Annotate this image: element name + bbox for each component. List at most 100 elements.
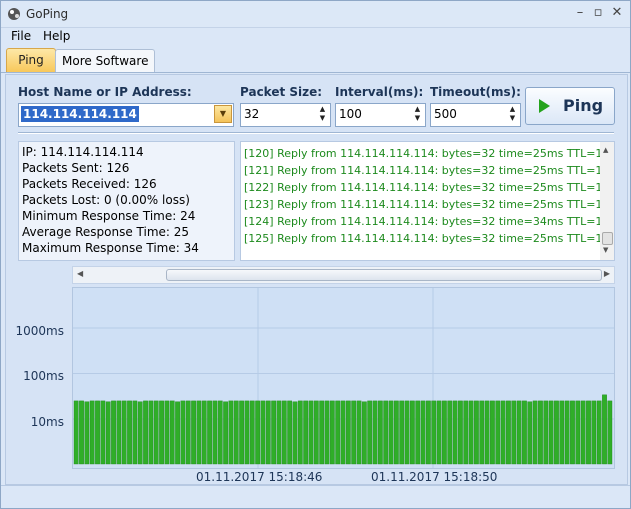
chart-bar [84,401,90,465]
chart-bar [410,400,415,465]
minimize-icon[interactable]: – [572,5,588,21]
chart-bar [148,400,154,465]
chart-scrollbar[interactable]: ◀ ▶ [72,266,615,284]
chart-bar [516,400,522,465]
chart-bar [500,400,506,465]
chart-bar [559,400,565,465]
chart-bar [527,401,533,465]
chart-bar [255,400,260,465]
chart-bar [474,400,479,465]
chart-bar [212,400,218,465]
chart-bar [297,400,303,465]
packet-size-label: Packet Size: [240,85,323,99]
chart-bar [244,400,250,465]
stats-panel: IP: 114.114.114.114 Packets Sent: 126 Pa… [18,141,235,261]
chart-bar [468,400,474,465]
chart-bar [143,400,148,465]
host-combobox[interactable]: 114.114.114.114 ▼ [18,103,234,127]
chart-bar [479,400,485,465]
interval-stepper[interactable]: 100 ▲ ▼ [335,103,426,127]
close-icon[interactable]: ✕ [609,5,625,21]
chart-bar [159,400,164,465]
packet-size-value[interactable]: 32 [244,107,259,121]
window-title: GoPing [26,7,69,21]
chart-bar [356,400,362,465]
chart-bar [548,400,554,465]
chart-bar [260,400,266,465]
scroll-thumb[interactable] [166,269,602,281]
chart-bar [506,400,511,465]
y-tick-label: 1000ms [15,324,64,338]
chart-bar [394,400,399,465]
chart-bar [591,400,597,465]
chart-bar [319,400,325,465]
spin-arrows-icon[interactable]: ▲ ▼ [507,105,518,125]
chart-bar [228,400,234,465]
chart-bar [372,400,378,465]
chart-bar [185,400,191,465]
chart-bar [127,400,132,465]
chart-bar [276,400,282,465]
chart-bar [175,401,180,465]
maximize-icon[interactable]: ▫ [590,5,606,21]
chart-bar [522,400,527,465]
host-input[interactable]: 114.114.114.114 [21,106,139,122]
chart-bar [132,400,138,465]
scroll-down-icon[interactable]: ▼ [603,246,608,254]
chart-bar [308,400,314,465]
log-scrollbar[interactable]: ▲ ▼ [600,142,614,260]
chart-bar [223,401,228,465]
spin-arrows-icon[interactable]: ▲ ▼ [317,105,328,125]
stat-packets-received: Packets Received: 126 [22,177,157,191]
stat-min-response: Minimum Response Time: 24 [22,209,196,223]
chart-bar [335,400,341,465]
chart-bar [265,400,271,465]
timeout-value[interactable]: 500 [434,107,457,121]
menu-help[interactable]: Help [43,29,70,43]
spin-arrows-icon[interactable]: ▲ ▼ [412,105,423,125]
chart-bar [490,400,495,465]
chart-bar [95,400,100,465]
stat-packets-lost: Packets Lost: 0 (0.00% loss) [22,193,190,207]
chart-bar [596,400,602,465]
log-line: [121] Reply from 114.114.114.114: bytes=… [244,164,615,177]
menu-bar: File Help [1,28,630,46]
tab-ping[interactable]: Ping [6,48,56,72]
chart-bar [436,400,442,465]
chart-bar [351,400,357,465]
chart-bar [100,400,106,465]
app-logo-icon [8,8,20,20]
chart-bar [564,400,570,465]
chevron-down-icon[interactable]: ▼ [214,105,232,123]
log-line: [125] Reply from 114.114.114.114: bytes=… [244,232,615,245]
scroll-right-icon[interactable]: ▶ [604,269,610,278]
chart-bar [447,400,453,465]
reply-log[interactable]: [120] Reply from 114.114.114.114: bytes=… [240,141,615,261]
chart-bar [217,400,223,465]
stat-ip: IP: 114.114.114.114 [22,145,144,159]
ping-button[interactable]: Ping [525,87,615,125]
chart-bar [458,400,463,465]
timeout-stepper[interactable]: 500 ▲ ▼ [430,103,521,127]
scroll-left-icon[interactable]: ◀ [77,269,83,278]
title-bar[interactable]: GoPing – ▫ ✕ [1,1,630,28]
chart-bar [105,401,111,465]
menu-file[interactable]: File [11,29,31,43]
chart-bar [121,400,127,465]
chart-bar [324,400,330,465]
tab-more-software[interactable]: More Software [55,49,156,72]
chart-plot [73,288,614,468]
tab-strip: Ping More Software [1,46,630,73]
chart-bar [191,400,196,465]
scroll-up-icon[interactable]: ▲ [603,146,608,154]
scroll-thumb[interactable] [602,232,613,245]
chart-bar [345,400,351,465]
chart-bar [233,400,239,465]
x-tick-label: 01.11.2017 15:18:50 [371,470,498,484]
packet-size-stepper[interactable]: 32 ▲ ▼ [240,103,331,127]
chart-bar [89,400,95,465]
chart-bar [137,401,143,465]
chart-bar [511,400,517,465]
chart-bar [116,400,122,465]
interval-value[interactable]: 100 [339,107,362,121]
